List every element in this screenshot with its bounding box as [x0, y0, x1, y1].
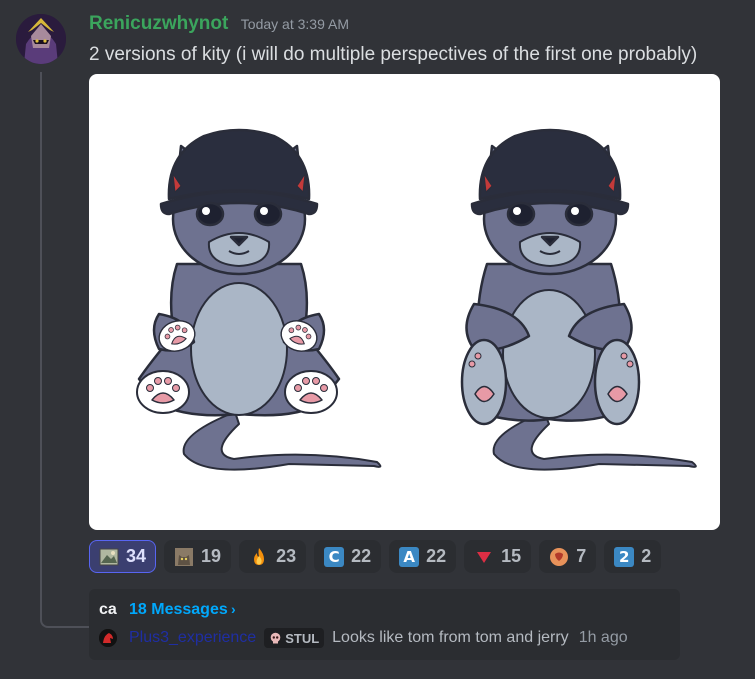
reaction-count: 19	[201, 546, 222, 566]
cat-drawing-2	[460, 128, 697, 471]
reaction-red-triangle[interactable]: 15	[464, 540, 532, 573]
letter-c-emoji-icon: C	[324, 546, 345, 567]
heart-face-emoji-icon	[549, 547, 569, 567]
reply-author-name[interactable]: Plus3_experience	[129, 629, 256, 647]
reaction-count: 22	[351, 546, 372, 566]
reaction-count: 22	[426, 546, 447, 566]
reaction-count: 2	[641, 546, 652, 566]
reaction-count: 23	[276, 546, 297, 566]
reaction-fire[interactable]: 23	[239, 540, 307, 573]
red-triangle-down-icon	[474, 547, 494, 567]
reaction-keycap-2[interactable]: 2 2	[604, 540, 662, 573]
reaction-count: 7	[576, 546, 587, 566]
reply-time: 1h ago	[578, 629, 628, 646]
message-text: 2 versions of kity (i will do multiple p…	[89, 44, 698, 65]
thread-message-count[interactable]: 18 Messages	[129, 601, 228, 619]
reaction-letter-a[interactable]: A 22	[389, 540, 457, 573]
user-avatar[interactable]	[16, 14, 66, 64]
reaction-heart-face[interactable]: 7	[539, 540, 597, 573]
reaction-count: 34	[126, 546, 147, 566]
server-tag-label: STUL	[285, 630, 320, 646]
thread-connector-line	[40, 72, 90, 628]
cat-drawing-1	[135, 128, 382, 471]
chevron-right-icon[interactable]: ›	[231, 601, 236, 617]
thread-card[interactable]: ca 18 Messages › Plus3_experience STUL L…	[89, 589, 680, 660]
reaction-cat-photo[interactable]: 19	[164, 540, 232, 573]
timestamp[interactable]: Today at 3:39 AM	[241, 16, 349, 32]
image-attachment[interactable]	[89, 74, 720, 530]
letter-a-emoji-icon: A	[399, 546, 420, 567]
picture-emoji-icon	[99, 547, 119, 567]
server-tag: STUL	[264, 628, 325, 648]
reaction-picture[interactable]: 34	[89, 540, 157, 573]
thread-latest-reply: Plus3_experience STUL Looks like tom fro…	[99, 627, 628, 649]
keycap-2-emoji-icon: 2	[614, 546, 635, 567]
reply-text: Looks like tom from tom and jerry	[332, 629, 569, 646]
cat-photo-emoji-icon	[174, 547, 194, 567]
reaction-letter-c[interactable]: C 22	[314, 540, 382, 573]
skull-icon	[270, 632, 281, 643]
message-header: Renicuzwhynot Today at 3:39 AM	[89, 13, 349, 39]
reply-author-avatar[interactable]	[99, 629, 117, 647]
reaction-count: 15	[501, 546, 522, 566]
username[interactable]: Renicuzwhynot	[89, 13, 228, 34]
fire-emoji-icon	[249, 547, 269, 567]
thread-name[interactable]: ca	[99, 601, 117, 619]
reactions-bar: 34 19 23 C 22 A 22 15 7 2 2	[89, 540, 662, 573]
